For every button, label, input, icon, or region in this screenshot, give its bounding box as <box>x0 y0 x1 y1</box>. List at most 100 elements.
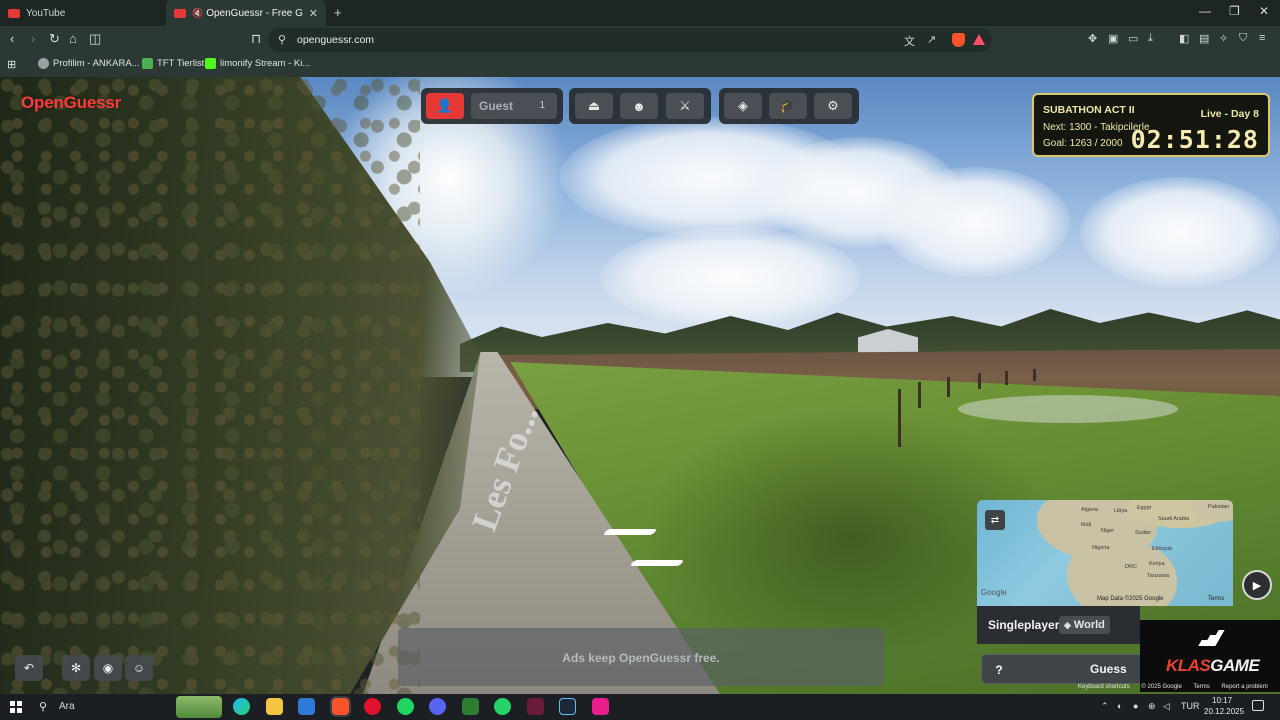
discord-button[interactable]: ◉ <box>94 655 122 681</box>
extensions-icon[interactable]: ✥ <box>1088 32 1097 45</box>
bookmark-item[interactable]: Profilim - ANKARA... <box>38 58 140 69</box>
wallet-icon[interactable]: ▭ <box>1128 32 1138 45</box>
add-player-button[interactable]: 👤 <box>426 93 464 119</box>
network-icon[interactable]: ⊕ <box>1148 701 1156 712</box>
multiplayer-button[interactable]: ☻ <box>620 93 658 119</box>
undo-icon: ↶ <box>23 661 35 675</box>
brave-shields-icon[interactable] <box>952 33 965 47</box>
openguessr-logo[interactable]: OpenGuessr <box>21 93 121 113</box>
close-tab-icon[interactable]: ✕ <box>309 7 318 20</box>
settings-button[interactable]: ⚙ <box>814 93 852 119</box>
tray-app-icon[interactable]: ◐ <box>1117 701 1122 711</box>
clock-date[interactable]: 20.12.2025 <box>1204 707 1244 716</box>
bookmark-item[interactable]: TFT Tierlist <box>142 58 204 69</box>
map-label: Nigeria <box>1092 545 1110 551</box>
spotify-icon[interactable] <box>397 698 414 715</box>
compass-button[interactable]: ▶ <box>1242 570 1272 600</box>
menu-icon[interactable]: ≡ <box>1259 32 1265 44</box>
vpn-icon[interactable]: ⛉ <box>1239 32 1247 45</box>
learn-button[interactable]: 🎓 <box>769 93 807 119</box>
volume-icon[interactable]: ◁ <box>1163 701 1170 712</box>
url-text: openguessr.com <box>297 34 375 46</box>
sidebar-toggle-icon[interactable]: ◫ <box>89 31 101 47</box>
downloads-icon[interactable]: ⤓ <box>1148 32 1153 45</box>
subathon-goal: Goal: 1263 / 2000 <box>1043 138 1123 149</box>
apps-grid-icon[interactable]: ⊞ <box>7 58 16 71</box>
sidepanel-icon[interactable]: ◧ <box>1179 32 1189 45</box>
close-window-icon[interactable]: ✕ <box>1259 4 1269 18</box>
move-forward-arrow-icon[interactable] <box>602 529 658 535</box>
search-highlight-image[interactable] <box>176 696 222 718</box>
map-label: DRC <box>1125 564 1137 570</box>
guess-minimap[interactable]: Algeria Libya Egypt Saudi Arabia Pakista… <box>977 500 1233 606</box>
discord-app-icon[interactable] <box>429 698 446 715</box>
opera-icon[interactable] <box>364 698 381 715</box>
undo-move-button[interactable]: ↶ <box>15 655 43 681</box>
restore-icon[interactable]: ❐ <box>1229 4 1240 18</box>
report-problem-link[interactable]: Report a problem <box>1221 684 1267 690</box>
add-user-icon: 👤 <box>436 98 454 113</box>
brave-rewards-icon[interactable] <box>973 34 985 45</box>
app-icon[interactable] <box>527 698 544 715</box>
store-icon[interactable] <box>298 698 315 715</box>
brave-icon[interactable] <box>330 696 351 717</box>
map-select-button[interactable]: ◈ <box>724 93 762 119</box>
reload-icon[interactable]: ↻ <box>49 31 60 47</box>
notification-icon[interactable] <box>1252 700 1264 711</box>
leaderboard-button[interactable]: ⏏ <box>575 93 613 119</box>
edge-icon[interactable] <box>233 698 250 715</box>
mute-icon[interactable]: 🔇 <box>192 8 203 19</box>
reading-list-icon[interactable]: ▤ <box>1199 32 1209 45</box>
play-icon: ▶ <box>1252 579 1262 592</box>
clock-time[interactable]: 10:17 <box>1212 696 1232 705</box>
tab-openguessr[interactable]: 🔇 OpenGuessr - Free GeoGuessr ✕ <box>166 0 326 26</box>
bookmark-item[interactable]: limonify Stream - Ki... <box>205 58 310 69</box>
player-name-field[interactable]: Guest 1 <box>471 93 557 119</box>
reddit-button[interactable]: ☺ <box>125 655 153 681</box>
hint-button[interactable]: ? <box>988 660 1010 680</box>
share-icon[interactable]: ↗ <box>927 33 936 46</box>
map-chip[interactable]: ◈ World <box>1059 616 1110 634</box>
file-explorer-icon[interactable] <box>266 698 283 715</box>
back-icon[interactable]: ‹ <box>10 31 14 46</box>
taskbar-search[interactable]: Ara <box>59 701 75 712</box>
address-bar[interactable]: ⚲ openguessr.com 文 ↗ <box>268 28 992 52</box>
bookmarks-bar: ⊞ Profilim - ANKARA... TFT Tierlist limo… <box>0 54 1280 77</box>
bookmark-label: Profilim - ANKARA... <box>53 58 140 69</box>
minimize-icon[interactable]: — <box>1199 4 1211 18</box>
search-icon[interactable]: ⚲ <box>39 700 47 713</box>
bookmark-favicon-icon <box>142 58 153 69</box>
tray-expand-icon[interactable]: ⌃ <box>1101 701 1109 712</box>
new-tab-button[interactable]: + <box>334 5 342 20</box>
subathon-widget: SUBATHON ACT II Live - Day 8 Next: 1300 … <box>1032 93 1270 157</box>
app-icon[interactable] <box>462 698 479 715</box>
discord-icon: ◉ <box>102 661 114 675</box>
home-icon[interactable]: ⌂ <box>69 31 77 46</box>
map-label: Saudi Arabia <box>1158 516 1190 522</box>
whatsapp-icon[interactable] <box>494 698 511 715</box>
map-expand-button[interactable]: ⇄ <box>985 510 1005 530</box>
map-label: Kenya <box>1149 561 1165 567</box>
site-info-icon[interactable]: ⚲ <box>278 33 286 46</box>
report-bug-button[interactable]: ✻ <box>62 655 90 681</box>
leo-ai-icon[interactable]: ✧ <box>1219 32 1228 45</box>
translate-icon[interactable]: 文 <box>904 33 915 49</box>
bookmark-icon[interactable]: ⊓ <box>251 31 261 47</box>
app-icon[interactable] <box>592 698 609 715</box>
mode-group: ⏏ ☻ ⚔ <box>569 88 711 124</box>
screenshot-icon[interactable]: ▣ <box>1108 32 1118 45</box>
move-back-arrow-icon[interactable] <box>629 560 685 566</box>
bug-icon: ✻ <box>70 661 82 675</box>
forward-icon[interactable]: › <box>31 31 35 46</box>
map-label: Egypt <box>1137 505 1152 511</box>
keyboard-shortcuts-link[interactable]: Keyboard shortcuts <box>1078 684 1130 690</box>
steam-icon[interactable] <box>559 698 576 715</box>
microphone-icon[interactable]: ● <box>1133 701 1138 711</box>
terms-link[interactable]: Terms <box>1193 684 1209 690</box>
layers-icon: ◈ <box>1064 619 1071 630</box>
map-terms-link[interactable]: Terms <box>1208 596 1224 602</box>
start-button[interactable] <box>10 701 22 713</box>
input-language[interactable]: TUR <box>1181 701 1200 711</box>
battle-button[interactable]: ⚔ <box>666 93 704 119</box>
tab-youtube[interactable]: YouTube <box>0 0 166 26</box>
